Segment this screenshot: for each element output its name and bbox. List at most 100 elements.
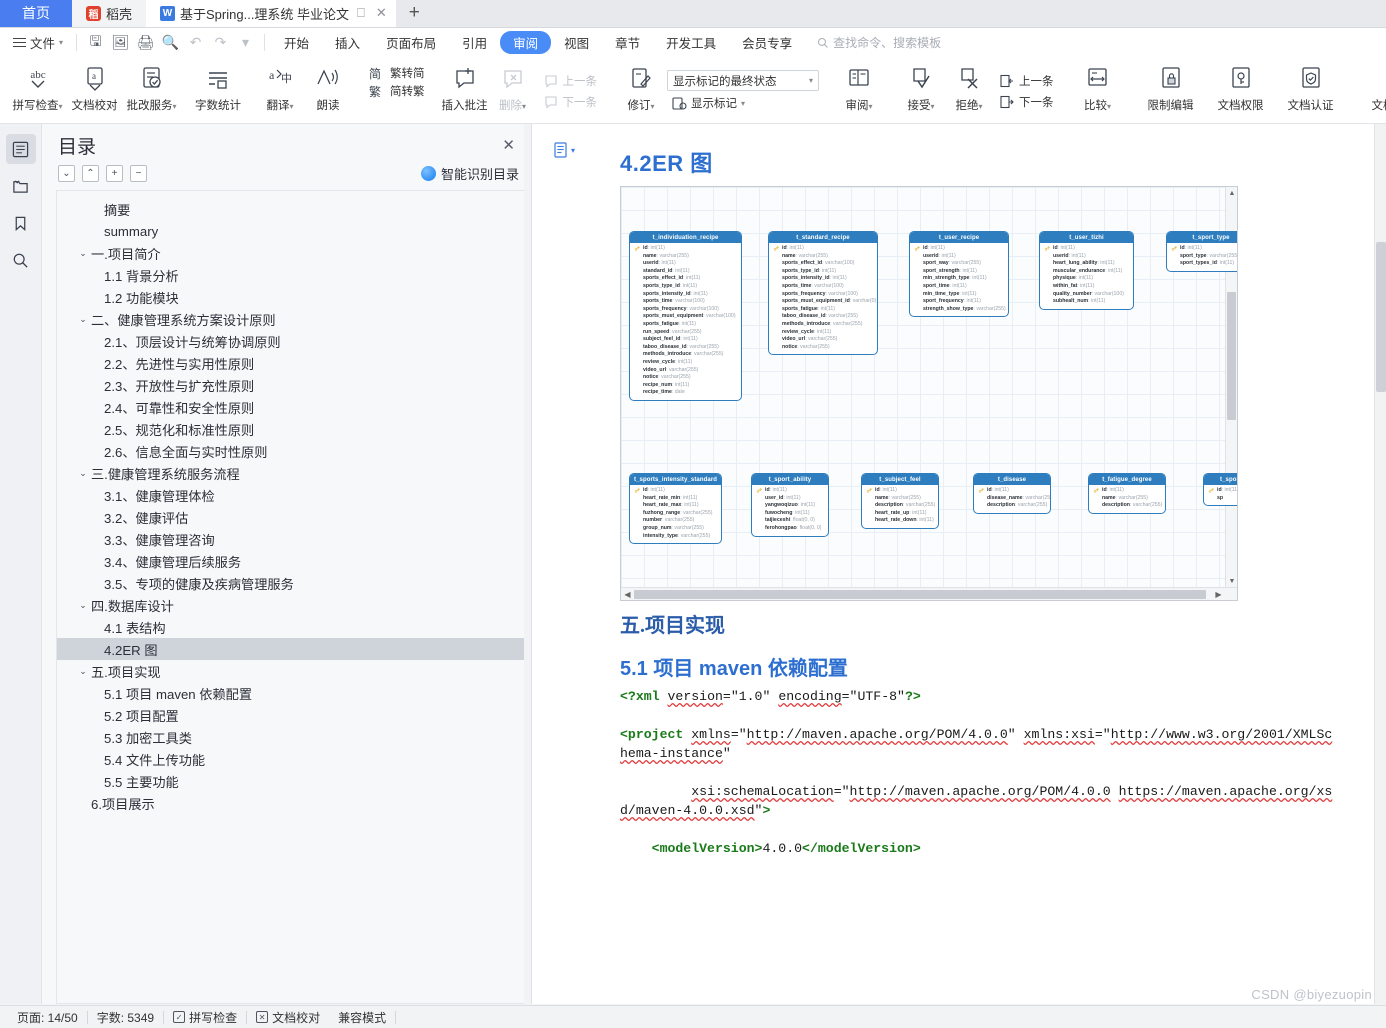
outline-item[interactable]: summary (57, 220, 531, 242)
restrict-edit-button[interactable]: 限制编辑 (1136, 59, 1206, 123)
next-change-button[interactable]: 下一条 (995, 93, 1058, 111)
print-icon[interactable]: 🖨 (133, 34, 158, 51)
file-menu-button[interactable]: 文件 ▾ (6, 33, 70, 52)
er-table[interactable]: t_diseaseid: int(11)disease_name: varcha… (973, 473, 1051, 514)
compare-docs-button[interactable]: 比较▾ (1074, 59, 1122, 123)
er-table[interactable]: t_individuation_recipeid: int(11)name: v… (629, 231, 742, 401)
rail-outline-button[interactable] (5, 134, 36, 164)
outline-item[interactable]: 3.2、健康评估 (57, 506, 531, 528)
delete-comment-button[interactable]: 删除▾ (489, 59, 537, 123)
outline-item[interactable]: 2.3、开放性与扩充性原则 (57, 374, 531, 396)
markup-state-select[interactable]: 显示标记的最终状态 ▾ (667, 70, 819, 91)
document-proofread-button[interactable]: a 文档校对 (66, 59, 123, 123)
menu-references[interactable]: 引用 (449, 31, 500, 54)
smart-outline-button[interactable]: 智能识别目录 (420, 164, 519, 183)
redo-icon[interactable]: ↷ (208, 34, 233, 51)
er-diagram-canvas[interactable]: ▲ ▼ ◀ ▶ t_individuation_recipeid: int(11… (620, 186, 1238, 601)
outline-item[interactable]: 2.5、规范化和标准性原则 (57, 418, 531, 440)
proofread-toggle[interactable]: ✕ 文档校对 (247, 1009, 329, 1026)
outline-item[interactable]: ⌄ 五.项目实现 (57, 660, 531, 682)
chevron-down-icon[interactable]: ⌄ (75, 600, 91, 611)
layout-options-button[interactable]: ▾ (554, 142, 575, 158)
outline-item[interactable]: 5.4 文件上传功能 (57, 748, 531, 770)
er-table[interactable]: t_sport_typeid: int(11)sport_type: varch… (1166, 231, 1237, 272)
chevron-down-icon[interactable]: ⌄ (75, 468, 91, 479)
outline-item[interactable]: 摘要 (57, 198, 531, 220)
document-scrollbar[interactable] (1374, 124, 1386, 1004)
menu-view[interactable]: 视图 (551, 31, 602, 54)
save-icon[interactable]: 🖫 (83, 31, 108, 55)
outline-item[interactable]: 5.1 项目 maven 依赖配置 (57, 682, 531, 704)
outline-item[interactable]: 2.6、信息全面与实时性原则 (57, 440, 531, 462)
spellcheck-toggle[interactable]: ✓ 拼写检查 (164, 1009, 246, 1026)
outline-item[interactable]: 1.1 背景分析 (57, 264, 531, 286)
accept-change-button[interactable]: 接受▾ (897, 59, 945, 123)
document-certify-button[interactable]: 文档认证 (1276, 59, 1346, 123)
close-tab-icon[interactable]: ✕ (373, 5, 390, 21)
menu-review[interactable]: 审阅 (500, 31, 552, 54)
customize-toolbar-icon[interactable]: ▾ (233, 34, 258, 51)
chevron-down-icon[interactable]: ⌄ (75, 666, 91, 677)
chevron-down-icon[interactable]: ⌄ (75, 314, 91, 325)
outline-item[interactable]: ⌄ 一.项目简介 (57, 242, 531, 264)
outline-item[interactable]: 3.3、健康管理咨询 (57, 528, 531, 550)
rail-thumbnail-button[interactable] (6, 171, 36, 201)
word-count-button[interactable]: 字数统计 (194, 59, 242, 123)
chevron-down-icon[interactable]: ⌄ (75, 248, 91, 259)
er-table[interactable]: t_user_recipeid: int(11)userid: int(11)s… (909, 231, 1009, 318)
menu-member[interactable]: 会员专享 (729, 31, 805, 54)
er-table[interactable]: t_sport_abilityid: int(11)user_id: int(1… (751, 473, 829, 537)
previous-comment-button[interactable]: 上一条 (539, 72, 602, 90)
rail-bookmark-button[interactable] (6, 208, 36, 238)
undo-icon[interactable]: ↶ (183, 34, 208, 51)
tab-home[interactable]: 首页 (0, 0, 72, 27)
outline-item[interactable]: 3.1、健康管理体检 (57, 484, 531, 506)
expand-up-button[interactable]: ⌃ (82, 165, 99, 182)
new-tab-icon[interactable]: + (396, 0, 433, 27)
document-scroll-thumb[interactable] (1376, 242, 1386, 392)
save-as-icon[interactable]: 🖼 (108, 34, 133, 51)
collapse-all-button[interactable]: − (130, 165, 147, 182)
word-count-indicator[interactable]: 字数: 5349 (88, 1009, 163, 1026)
correction-service-button[interactable]: 批改服务▾ (123, 59, 180, 123)
close-panel-icon[interactable]: ✕ (498, 132, 519, 158)
outline-item[interactable]: 3.4、健康管理后续服务 (57, 550, 531, 572)
outline-item[interactable]: 5.5 主要功能 (57, 770, 531, 792)
outline-item[interactable]: 2.2、先进性与实用性原则 (57, 352, 531, 374)
insert-comment-button[interactable]: 插入批注 (441, 59, 489, 123)
outline-item[interactable]: ⌄ 三.健康管理系统服务流程 (57, 462, 531, 484)
outline-item[interactable]: 6.项目展示 (57, 792, 531, 814)
er-vertical-thumb[interactable] (1227, 292, 1236, 420)
menu-insert[interactable]: 插入 (322, 31, 373, 54)
er-horizontal-scrollbar[interactable]: ◀ ▶ (621, 587, 1237, 600)
expand-all-button[interactable]: + (106, 165, 123, 182)
page-indicator[interactable]: 页面: 14/50 (8, 1009, 87, 1026)
navigation-scrollbar[interactable] (524, 124, 531, 1004)
outline-item[interactable]: 5.3 加密工具类 (57, 726, 531, 748)
restore-window-icon[interactable]: ⎕ (354, 5, 368, 21)
reject-change-button[interactable]: 拒绝▾ (945, 59, 993, 123)
tab-daoke[interactable]: 稻 稻壳 (72, 0, 147, 27)
translate-button[interactable]: a中 翻译▾ (256, 59, 304, 123)
menu-section[interactable]: 章节 (602, 31, 653, 54)
er-table[interactable]: t_sportid: int(11)sp (1203, 473, 1237, 507)
er-table[interactable]: t_subject_feelid: int(11)name: varchar(2… (861, 473, 939, 529)
collapse-down-button[interactable]: ⌄ (58, 165, 75, 182)
outline-item[interactable]: 1.2 功能模块 (57, 286, 531, 308)
er-table[interactable]: t_user_tizhiid: int(11)userid: int(11)he… (1039, 231, 1134, 310)
scroll-down-icon[interactable]: ▼ (1226, 575, 1237, 587)
outline-item[interactable]: 4.1 表结构 (57, 616, 531, 638)
outline-item[interactable]: ⌄ 四.数据库设计 (57, 594, 531, 616)
finalize-document-button[interactable]: 文档定稿 (1360, 59, 1386, 123)
menu-page-layout[interactable]: 页面布局 (373, 31, 449, 54)
outline-list[interactable]: 摘要 summary ⌄ 一.项目简介 1.1 背景分析 1.2 功能模块 ⌄ 二、健康管理系… (56, 190, 531, 1004)
tab-document[interactable]: W 基于Spring...理系统 毕业论文 ⎕ ✕ (146, 0, 396, 27)
menu-start[interactable]: 开始 (271, 31, 322, 54)
spellcheck-button[interactable]: abc 拼写检查▾ (9, 59, 66, 123)
previous-change-button[interactable]: 上一条 (995, 72, 1058, 90)
scroll-right-icon[interactable]: ▶ (1212, 588, 1225, 600)
rail-search-button[interactable] (6, 245, 36, 275)
document-permission-button[interactable]: 文档权限 (1206, 59, 1276, 123)
outline-item[interactable]: ⌄ 二、健康管理系统方案设计原则 (57, 308, 531, 330)
xml-code-block[interactable]: <?xml version="1.0" encoding="UTF-8"?> <p… (620, 687, 1334, 858)
